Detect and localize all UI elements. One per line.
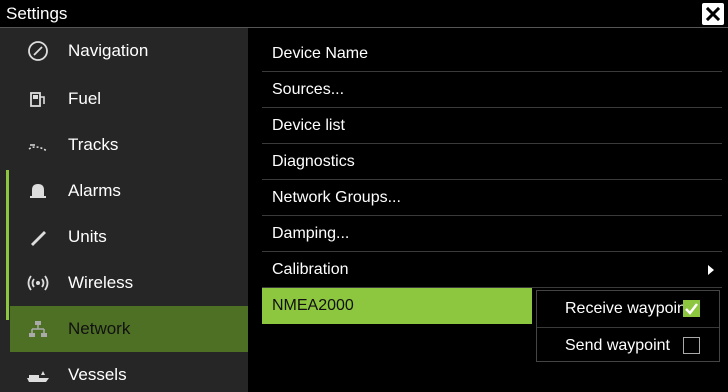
submenu-item-receive-waypoint[interactable]: Receive waypoint (537, 291, 719, 327)
sidebar: Navigation Fuel Tracks Alarms Units Wire… (0, 28, 248, 392)
menu-item-device-name[interactable]: Device Name (262, 36, 722, 72)
menu-item-label: Calibration (272, 260, 349, 278)
sidebar-item-label: Wireless (68, 273, 134, 292)
sidebar-item-label: Network (68, 319, 131, 338)
menu-item-calibration[interactable]: Calibration (262, 252, 722, 288)
wireless-icon (24, 269, 52, 297)
sidebar-item-label: Fuel (68, 89, 102, 108)
nmea2000-submenu: Receive waypoint Send waypoint (536, 290, 720, 362)
ruler-icon (24, 223, 52, 251)
sidebar-item-label: Tracks (68, 135, 119, 154)
submenu-item-label: Receive waypoint (565, 300, 691, 317)
menu-item-label: Diagnostics (272, 152, 355, 170)
menu-item-diagnostics[interactable]: Diagnostics (262, 144, 722, 180)
menu-item-label: NMEA2000 (272, 297, 354, 314)
sidebar-item-vessels[interactable]: Vessels (10, 352, 248, 392)
menu-item-network-groups[interactable]: Network Groups... (262, 180, 722, 216)
sidebar-item-tracks[interactable]: Tracks (10, 122, 248, 168)
submenu-item-send-waypoint[interactable]: Send waypoint (537, 327, 719, 363)
checkmark-icon (685, 303, 698, 315)
menu-item-label: Device list (272, 116, 345, 134)
network-settings-list: Device Name Sources... Device list Diagn… (262, 36, 722, 324)
compass-icon (24, 37, 52, 65)
receive-waypoint-checkbox[interactable] (683, 300, 700, 317)
menu-item-label: Sources... (272, 80, 345, 98)
window-title: Settings (6, 4, 68, 23)
sidebar-item-units[interactable]: Units (10, 214, 248, 260)
bell-icon (24, 177, 52, 205)
menu-item-sources[interactable]: Sources... (262, 72, 722, 108)
sidebar-scroll-indicator (6, 170, 9, 320)
close-icon (705, 6, 721, 22)
menu-item-nmea2000[interactable]: NMEA2000 (262, 288, 532, 324)
fuel-icon (24, 85, 52, 113)
network-icon (24, 315, 52, 343)
menu-item-device-list[interactable]: Device list (262, 108, 722, 144)
send-waypoint-checkbox[interactable] (683, 337, 700, 354)
sidebar-item-label: Navigation (68, 41, 149, 60)
sidebar-item-navigation[interactable]: Navigation (10, 28, 248, 74)
sidebar-item-label: Units (68, 227, 107, 246)
menu-item-label: Device Name (272, 44, 369, 62)
sidebar-item-network[interactable]: Network (10, 306, 248, 352)
sidebar-item-label: Alarms (68, 181, 121, 200)
submenu-item-label: Send waypoint (565, 336, 670, 354)
sidebar-item-alarms[interactable]: Alarms (10, 168, 248, 214)
menu-item-label: Damping... (272, 224, 350, 242)
title-bar: Settings (0, 0, 728, 28)
sidebar-item-fuel[interactable]: Fuel (10, 76, 248, 122)
vessel-icon (24, 361, 52, 389)
close-button[interactable] (702, 3, 724, 25)
sidebar-item-wireless[interactable]: Wireless (10, 260, 248, 306)
chevron-right-icon (708, 265, 714, 275)
menu-item-label: Network Groups... (272, 188, 401, 206)
menu-item-damping[interactable]: Damping... (262, 216, 722, 252)
sidebar-item-label: Vessels (68, 365, 127, 384)
tracks-icon (24, 131, 52, 159)
